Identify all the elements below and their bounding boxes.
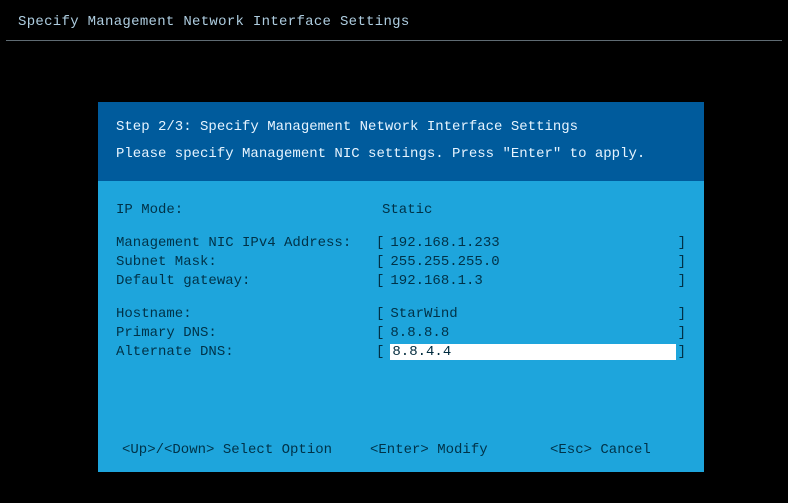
row-ipv4[interactable]: Management NIC IPv4 Address: [ 192.168.1…: [116, 234, 686, 253]
value-ipv4: 192.168.1.233: [384, 234, 677, 253]
value-primary-dns: 8.8.8.8: [384, 324, 677, 343]
bracket-close-icon: ]: [678, 305, 686, 324]
alt-dns-input[interactable]: [390, 344, 675, 360]
panel-header: Step 2/3: Specify Management Network Int…: [98, 102, 704, 181]
bracket-open-icon: [: [376, 324, 384, 343]
value-ip-mode: Static: [376, 201, 686, 220]
bracket-open-icon: [: [376, 253, 384, 272]
step-line: Step 2/3: Specify Management Network Int…: [116, 114, 686, 141]
bracket-close-icon: ]: [678, 253, 686, 272]
label-ip-mode: IP Mode:: [116, 201, 376, 220]
divider: [6, 40, 782, 41]
label-subnet: Subnet Mask:: [116, 253, 376, 272]
row-hostname[interactable]: Hostname: [ StarWind ]: [116, 305, 686, 324]
page-title: Specify Management Network Interface Set…: [0, 0, 788, 40]
config-panel: Step 2/3: Specify Management Network Int…: [98, 102, 704, 472]
bracket-open-icon: [: [376, 305, 384, 324]
bracket-close-icon: ]: [678, 343, 686, 362]
bracket-close-icon: ]: [678, 324, 686, 343]
value-subnet: 255.255.255.0: [384, 253, 677, 272]
row-ip-mode[interactable]: IP Mode: Static: [116, 201, 686, 220]
bracket-close-icon: ]: [678, 234, 686, 253]
row-subnet[interactable]: Subnet Mask: [ 255.255.255.0 ]: [116, 253, 686, 272]
value-hostname: StarWind: [384, 305, 677, 324]
row-alt-dns[interactable]: Alternate DNS: [ ]: [116, 343, 686, 362]
bracket-close-icon: ]: [678, 272, 686, 291]
label-alt-dns: Alternate DNS:: [116, 343, 376, 362]
panel-footer: <Up>/<Down> Select Option <Enter> Modify…: [98, 432, 704, 472]
bracket-open-icon: [: [376, 272, 384, 291]
panel-body: IP Mode: Static Management NIC IPv4 Addr…: [98, 181, 704, 432]
bracket-open-icon: [: [376, 343, 384, 362]
value-gateway: 192.168.1.3: [384, 272, 677, 291]
hint-select: <Up>/<Down> Select Option: [122, 442, 370, 458]
row-primary-dns[interactable]: Primary DNS: [ 8.8.8.8 ]: [116, 324, 686, 343]
label-hostname: Hostname:: [116, 305, 376, 324]
hint-modify: <Enter> Modify: [370, 442, 550, 458]
bracket-open-icon: [: [376, 234, 384, 253]
label-primary-dns: Primary DNS:: [116, 324, 376, 343]
label-gateway: Default gateway:: [116, 272, 376, 291]
label-ipv4: Management NIC IPv4 Address:: [116, 234, 376, 253]
row-gateway[interactable]: Default gateway: [ 192.168.1.3 ]: [116, 272, 686, 291]
hint-cancel: <Esc> Cancel: [550, 442, 680, 458]
instruction-line: Please specify Management NIC settings. …: [116, 141, 686, 168]
